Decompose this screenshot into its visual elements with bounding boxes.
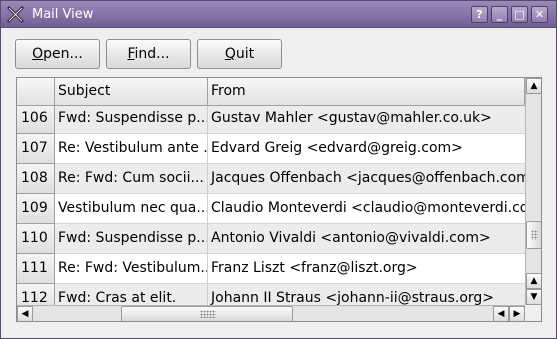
vertical-scrollbar[interactable]: ▲ ▲ ▼ (525, 78, 541, 305)
quit-mnemonic: Q (224, 46, 236, 62)
table-row[interactable]: 107 Re: Vestibulum ante ... Edvard Greig… (17, 134, 525, 164)
scroll-down-arrow-icon[interactable]: ▼ (526, 289, 541, 305)
row-number[interactable]: 111 (17, 254, 55, 284)
find-mnemonic: F (127, 46, 135, 62)
app-icon[interactable] (7, 6, 24, 23)
horizontal-scrollbar[interactable]: ◀ ◀ ▶ (17, 305, 525, 321)
subject-cell[interactable]: Fwd: Suspendisse p... (55, 224, 208, 254)
find-button[interactable]: Find... (106, 39, 191, 69)
scrollbar-corner (525, 305, 541, 321)
open-mnemonic: O (32, 46, 44, 62)
minimize-button[interactable]: _ (491, 6, 508, 23)
row-number[interactable]: 107 (17, 134, 55, 164)
table-row[interactable]: 112 Fwd: Cras at elit. Johann II Straus … (17, 284, 525, 305)
quit-label: uit (235, 46, 255, 62)
row-number[interactable]: 110 (17, 224, 55, 254)
title-bar[interactable]: Mail View ? _ □ ✕ (1, 1, 556, 28)
row-number[interactable]: 106 (17, 106, 55, 134)
from-cell[interactable]: Johann II Straus <johann-ii@straus.org> (208, 284, 525, 305)
scroll-left-arrow-icon[interactable]: ◀ (17, 306, 33, 321)
scroll-left-arrow-icon[interactable]: ◀ (493, 306, 509, 321)
from-cell[interactable]: Jacques Offenbach <jacques@offenbach.com… (208, 164, 525, 194)
grip-icon (531, 230, 538, 240)
from-cell[interactable]: Gustav Mahler <gustav@mahler.co.uk> (208, 106, 525, 134)
horizontal-scroll-thumb[interactable] (121, 306, 293, 321)
open-label: pen... (43, 46, 83, 62)
column-header-subject[interactable]: Subject (55, 78, 208, 106)
grip-icon (200, 310, 216, 318)
table-row[interactable]: 110 Fwd: Suspendisse p... Antonio Vivald… (17, 224, 525, 254)
row-number[interactable]: 108 (17, 164, 55, 194)
table-row[interactable]: 108 Re: Fwd: Cum socii... Jacques Offenb… (17, 164, 525, 194)
table-row[interactable]: 109 Vestibulum nec qua... Claudio Montev… (17, 194, 525, 224)
open-button[interactable]: Open... (15, 39, 100, 69)
window-title: Mail View (32, 7, 94, 22)
subject-cell[interactable]: Fwd: Cras at elit. (55, 284, 208, 305)
from-cell[interactable]: Franz Liszt <franz@liszt.org> (208, 254, 525, 284)
mail-table[interactable]: Subject From 106 Fwd: Suspendisse p... G… (16, 77, 542, 322)
column-header-from[interactable]: From (208, 78, 525, 106)
mail-view-window: Mail View ? _ □ ✕ Open... Find... Quit S… (0, 0, 557, 339)
maximize-button[interactable]: □ (511, 6, 528, 23)
vertical-scroll-thumb[interactable] (526, 221, 541, 249)
scroll-right-arrow-icon[interactable]: ▶ (509, 306, 525, 321)
subject-cell[interactable]: Fwd: Suspendisse p... (55, 106, 208, 134)
from-cell[interactable]: Claudio Monteverdi <claudio@monteverdi.c… (208, 194, 525, 224)
quit-button[interactable]: Quit (197, 39, 282, 69)
table-body: 106 Fwd: Suspendisse p... Gustav Mahler … (17, 106, 525, 305)
find-label: ind... (134, 46, 170, 62)
from-cell[interactable]: Antonio Vivaldi <antonio@vivaldi.com> (208, 224, 525, 254)
from-cell[interactable]: Edvard Greig <edvard@greig.com> (208, 134, 525, 164)
close-button[interactable]: ✕ (531, 6, 548, 23)
subject-cell[interactable]: Vestibulum nec qua... (55, 194, 208, 224)
table-corner-button[interactable] (17, 78, 55, 106)
scroll-up-arrow-icon[interactable]: ▲ (526, 78, 541, 94)
subject-cell[interactable]: Re: Fwd: Cum socii... (55, 164, 208, 194)
help-button[interactable]: ? (471, 6, 488, 23)
table-row[interactable]: 106 Fwd: Suspendisse p... Gustav Mahler … (17, 106, 525, 134)
row-number[interactable]: 109 (17, 194, 55, 224)
table-row[interactable]: 111 Re: Fwd: Vestibulum... Franz Liszt <… (17, 254, 525, 284)
subject-cell[interactable]: Re: Fwd: Vestibulum... (55, 254, 208, 284)
scroll-up-arrow-icon[interactable]: ▲ (526, 273, 541, 289)
row-number[interactable]: 112 (17, 284, 55, 305)
subject-cell[interactable]: Re: Vestibulum ante ... (55, 134, 208, 164)
